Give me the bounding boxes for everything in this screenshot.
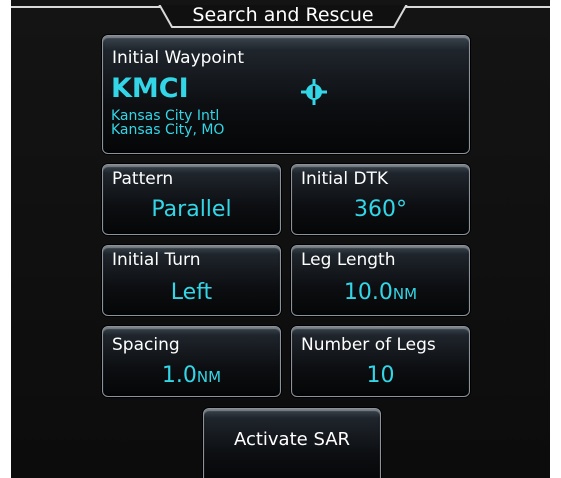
- pattern-button[interactable]: Pattern Parallel: [102, 164, 281, 235]
- number-of-legs-value: 10: [366, 363, 395, 388]
- initial-turn-label: Initial Turn: [112, 250, 201, 270]
- leg-length-value: 10.0NM: [292, 280, 469, 307]
- number-of-legs-button[interactable]: Number of Legs 10: [291, 326, 470, 397]
- number-of-legs-label: Number of Legs: [301, 335, 436, 355]
- waypoint-ident: KMCI: [111, 73, 189, 104]
- pattern-label: Pattern: [112, 169, 174, 189]
- initial-turn-button[interactable]: Initial Turn Left: [102, 245, 281, 316]
- leg-length-button[interactable]: Leg Length 10.0NM: [291, 245, 470, 316]
- leg-length-number: 10.0: [343, 280, 393, 305]
- spacing-label: Spacing: [112, 335, 180, 355]
- spacing-number: 1.0: [161, 363, 197, 388]
- activate-sar-label: Activate SAR: [233, 429, 351, 450]
- spacing-value: 1.0NM: [103, 363, 280, 390]
- initial-waypoint-label: Initial Waypoint: [112, 48, 244, 68]
- initial-dtk-label: Initial DTK: [301, 169, 389, 189]
- pattern-value: Parallel: [151, 197, 232, 222]
- spacing-button[interactable]: Spacing 1.0NM: [102, 326, 281, 397]
- airport-icon: [301, 79, 327, 105]
- title-tab: Search and Rescue: [158, 0, 408, 28]
- sar-page: Search and Rescue Initial Waypoint KMCI …: [11, 0, 550, 478]
- spacing-unit: NM: [196, 368, 222, 386]
- waypoint-name: Kansas City Intl: [111, 108, 220, 124]
- initial-waypoint-button[interactable]: Initial Waypoint KMCI Kansas City Intl K…: [102, 35, 470, 154]
- page-title: Search and Rescue: [192, 4, 374, 26]
- initial-dtk-value: 360°: [354, 197, 407, 222]
- activate-sar-button[interactable]: Activate SAR: [203, 408, 381, 478]
- initial-turn-value: Left: [170, 280, 213, 305]
- waypoint-city: Kansas City, MO: [111, 122, 225, 138]
- leg-length-unit: NM: [392, 285, 418, 303]
- leg-length-label: Leg Length: [301, 250, 396, 270]
- initial-dtk-button[interactable]: Initial DTK 360°: [291, 164, 470, 235]
